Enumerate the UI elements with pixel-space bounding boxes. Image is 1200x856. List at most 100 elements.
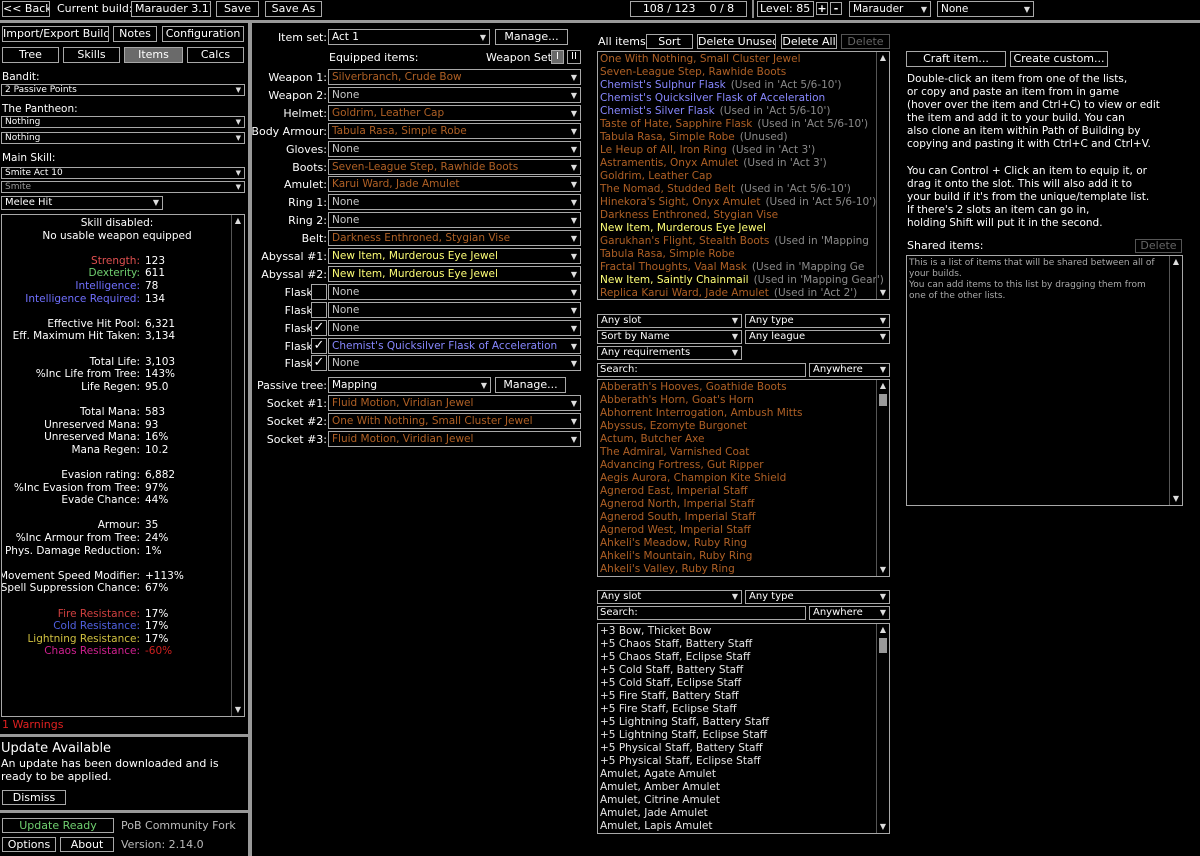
all-items-list[interactable]: One With Nothing, Small Cluster Jewel Sev… xyxy=(597,51,890,300)
list-item[interactable]: Seven-League Step, Rawhide Boots xyxy=(598,66,877,79)
list-item[interactable]: Amulet, Lapis Amulet xyxy=(598,820,877,833)
list-item[interactable]: Tabula Rasa, Simple Robe (Unused) xyxy=(598,131,877,144)
list-item[interactable]: One With Nothing, Small Cluster Jewel xyxy=(598,53,877,66)
update-ready-button[interactable]: Update Ready xyxy=(2,818,114,833)
level-minus-button[interactable]: - xyxy=(830,2,842,15)
list-item[interactable]: Chemist's Silver Flask (Used in 'Act 5/6-… xyxy=(598,105,877,118)
list-item[interactable]: +5 Fire Staff, Battery Staff xyxy=(598,690,877,703)
list-item[interactable]: Ahkeli's Meadow, Ruby Ring xyxy=(598,537,877,550)
unique-slot-filter[interactable]: Any slot xyxy=(597,314,742,328)
back-button[interactable]: << Back xyxy=(2,1,50,17)
list-item[interactable]: Abyssus, Ezomyte Burgonet xyxy=(598,420,877,433)
dismiss-button[interactable]: Dismiss xyxy=(2,790,66,805)
slot-dropdown[interactable]: Karui Ward, Jade Amulet xyxy=(328,176,581,193)
shared-delete-button[interactable]: Delete xyxy=(1135,239,1182,253)
slot-dropdown[interactable]: None xyxy=(328,301,581,318)
template-search-input[interactable]: Search: xyxy=(597,606,806,620)
unique-search-input[interactable]: Search: xyxy=(597,363,806,377)
list-item[interactable]: Replica Karui Ward, Jade Amulet (Used in … xyxy=(598,287,877,299)
unique-sort-dropdown[interactable]: Sort by Name xyxy=(597,330,742,344)
list-item[interactable]: +5 Chaos Staff, Battery Staff xyxy=(598,638,877,651)
socket-dropdown[interactable]: Fluid Motion, Viridian Jewel xyxy=(328,395,581,411)
list-item[interactable]: Abberath's Horn, Goat's Horn xyxy=(598,394,877,407)
level-plus-button[interactable]: + xyxy=(816,2,828,15)
delete-button[interactable]: Delete xyxy=(841,34,890,49)
list-item[interactable]: Amulet, Amber Amulet xyxy=(598,781,877,794)
about-button[interactable]: About xyxy=(60,837,114,852)
template-items-scrollbar[interactable]: ▲ ▼ xyxy=(876,624,889,833)
unique-items-scrollbar[interactable]: ▲ ▼ xyxy=(876,380,889,576)
template-slot-filter[interactable]: Any slot xyxy=(597,590,742,604)
list-item[interactable]: Agnerod North, Imperial Staff xyxy=(598,498,877,511)
list-item[interactable]: +3 Bow, Thicket Bow xyxy=(598,625,877,638)
delete-unused-button[interactable]: Delete Unused xyxy=(697,34,776,49)
slot-dropdown[interactable]: New Item, Murderous Eye Jewel xyxy=(328,265,581,282)
flask-active-checkbox[interactable]: ✓ xyxy=(311,337,327,354)
shared-items-list[interactable]: This is a list of items that will be sha… xyxy=(906,255,1183,506)
unique-league-filter[interactable]: Any league xyxy=(745,330,890,344)
list-item[interactable]: Ahkeli's Valley, Ruby Ring xyxy=(598,563,877,576)
socket-dropdown[interactable]: One With Nothing, Small Cluster Jewel xyxy=(328,413,581,429)
list-item[interactable]: Taste of Hate, Sapphire Flask (Used in 'A… xyxy=(598,118,877,131)
template-type-filter[interactable]: Any type xyxy=(745,590,890,604)
list-item[interactable]: Agnerod West, Imperial Staff xyxy=(598,524,877,537)
item-set-dropdown[interactable]: Act 1 xyxy=(328,29,490,45)
save-as-button[interactable]: Save As xyxy=(265,1,322,17)
flask-active-checkbox[interactable] xyxy=(311,301,327,318)
slot-dropdown[interactable]: Goldrim, Leather Cap xyxy=(328,104,581,121)
bandit-dropdown[interactable]: 2 Passive Points xyxy=(1,84,245,96)
slot-dropdown[interactable]: None xyxy=(328,212,581,229)
build-name-field[interactable]: Marauder 3.17 xyxy=(131,1,211,17)
items-tab[interactable]: Items xyxy=(124,47,183,63)
list-item[interactable]: +5 Lightning Staff, Eclipse Staff xyxy=(598,729,877,742)
options-button[interactable]: Options xyxy=(2,837,56,852)
list-item[interactable]: Tabula Rasa, Simple Robe xyxy=(598,248,877,261)
slot-dropdown[interactable]: Seven-League Step, Rawhide Boots xyxy=(328,158,581,175)
passive-tree-manage-button[interactable]: Manage... xyxy=(495,377,566,393)
list-item[interactable]: Le Heup of All, Iron Ring (Used in 'Act 3… xyxy=(598,144,877,157)
list-item[interactable]: Advancing Fortress, Gut Ripper xyxy=(598,459,877,472)
unique-items-list[interactable]: Abberath's Hooves, Goathide Boots Abberat… xyxy=(597,379,890,577)
list-item[interactable]: Garukhan's Flight, Stealth Boots (Used in… xyxy=(598,235,877,248)
list-item[interactable]: Goldrim, Leather Cap xyxy=(598,170,877,183)
skills-tab[interactable]: Skills xyxy=(63,47,120,63)
template-items-list[interactable]: +3 Bow, Thicket Bow +5 Chaos Staff, Batte… xyxy=(597,623,890,834)
list-item[interactable]: +5 Physical Staff, Eclipse Staff xyxy=(598,755,877,768)
class-dropdown[interactable]: Marauder xyxy=(849,1,931,17)
list-item[interactable]: Abhorrent Interrogation, Ambush Mitts xyxy=(598,407,877,420)
list-item[interactable]: +5 Lightning Staff, Battery Staff xyxy=(598,716,877,729)
list-item[interactable]: Amulet, Jade Amulet xyxy=(598,807,877,820)
list-item[interactable]: New Item, Murderous Eye Jewel xyxy=(598,222,877,235)
unique-search-scope-dropdown[interactable]: Anywhere xyxy=(809,363,890,377)
tree-tab[interactable]: Tree xyxy=(2,47,59,63)
slot-dropdown[interactable]: Tabula Rasa, Simple Robe xyxy=(328,122,581,139)
main-skill-group-dropdown[interactable]: Smite Act 10 xyxy=(1,167,245,179)
level-field[interactable]: Level: 85 xyxy=(757,1,814,17)
list-item[interactable]: Darkness Enthroned, Stygian Vise xyxy=(598,209,877,222)
list-item[interactable]: Aegis Aurora, Champion Kite Shield xyxy=(598,472,877,485)
main-skill-dropdown[interactable]: Smite xyxy=(1,181,245,193)
weapon-set-2-button[interactable]: II xyxy=(567,50,581,64)
item-set-manage-button[interactable]: Manage... xyxy=(495,29,568,45)
flask-active-checkbox[interactable]: ✓ xyxy=(311,319,327,336)
slot-dropdown[interactable]: None xyxy=(328,194,581,211)
all-items-scrollbar[interactable]: ▲ ▼ xyxy=(876,52,889,299)
list-item[interactable]: Agnerod South, Imperial Staff xyxy=(598,511,877,524)
list-item[interactable]: Astramentis, Onyx Amulet (Used in 'Act 3'… xyxy=(598,157,877,170)
pantheon-major-dropdown[interactable]: Nothing xyxy=(1,116,245,128)
slot-dropdown[interactable]: None xyxy=(328,319,581,336)
list-item[interactable]: Chemist's Quicksilver Flask of Accelerat… xyxy=(598,92,877,105)
list-item[interactable]: Abberath's Hooves, Goathide Boots xyxy=(598,381,877,394)
shared-items-scrollbar[interactable]: ▲ ▼ xyxy=(1169,256,1182,505)
socket-dropdown[interactable]: Fluid Motion, Viridian Jewel xyxy=(328,431,581,447)
slot-dropdown[interactable]: Darkness Enthroned, Stygian Vise xyxy=(328,230,581,247)
slot-dropdown[interactable]: Chemist's Quicksilver Flask of Accelerat… xyxy=(328,337,581,354)
weapon-set-1-button[interactable]: I xyxy=(551,50,564,64)
slot-dropdown[interactable]: None xyxy=(328,283,581,300)
list-item[interactable]: Chemist's Sulphur Flask (Used in 'Act 5/6… xyxy=(598,79,877,92)
skill-part-dropdown[interactable]: Melee Hit xyxy=(1,196,163,210)
slot-dropdown[interactable]: None xyxy=(328,355,581,372)
slot-dropdown[interactable]: None xyxy=(328,140,581,157)
list-item[interactable]: New Item, Saintly Chainmail (Used in 'Map… xyxy=(598,274,884,287)
list-item[interactable]: +5 Physical Staff, Battery Staff xyxy=(598,742,877,755)
